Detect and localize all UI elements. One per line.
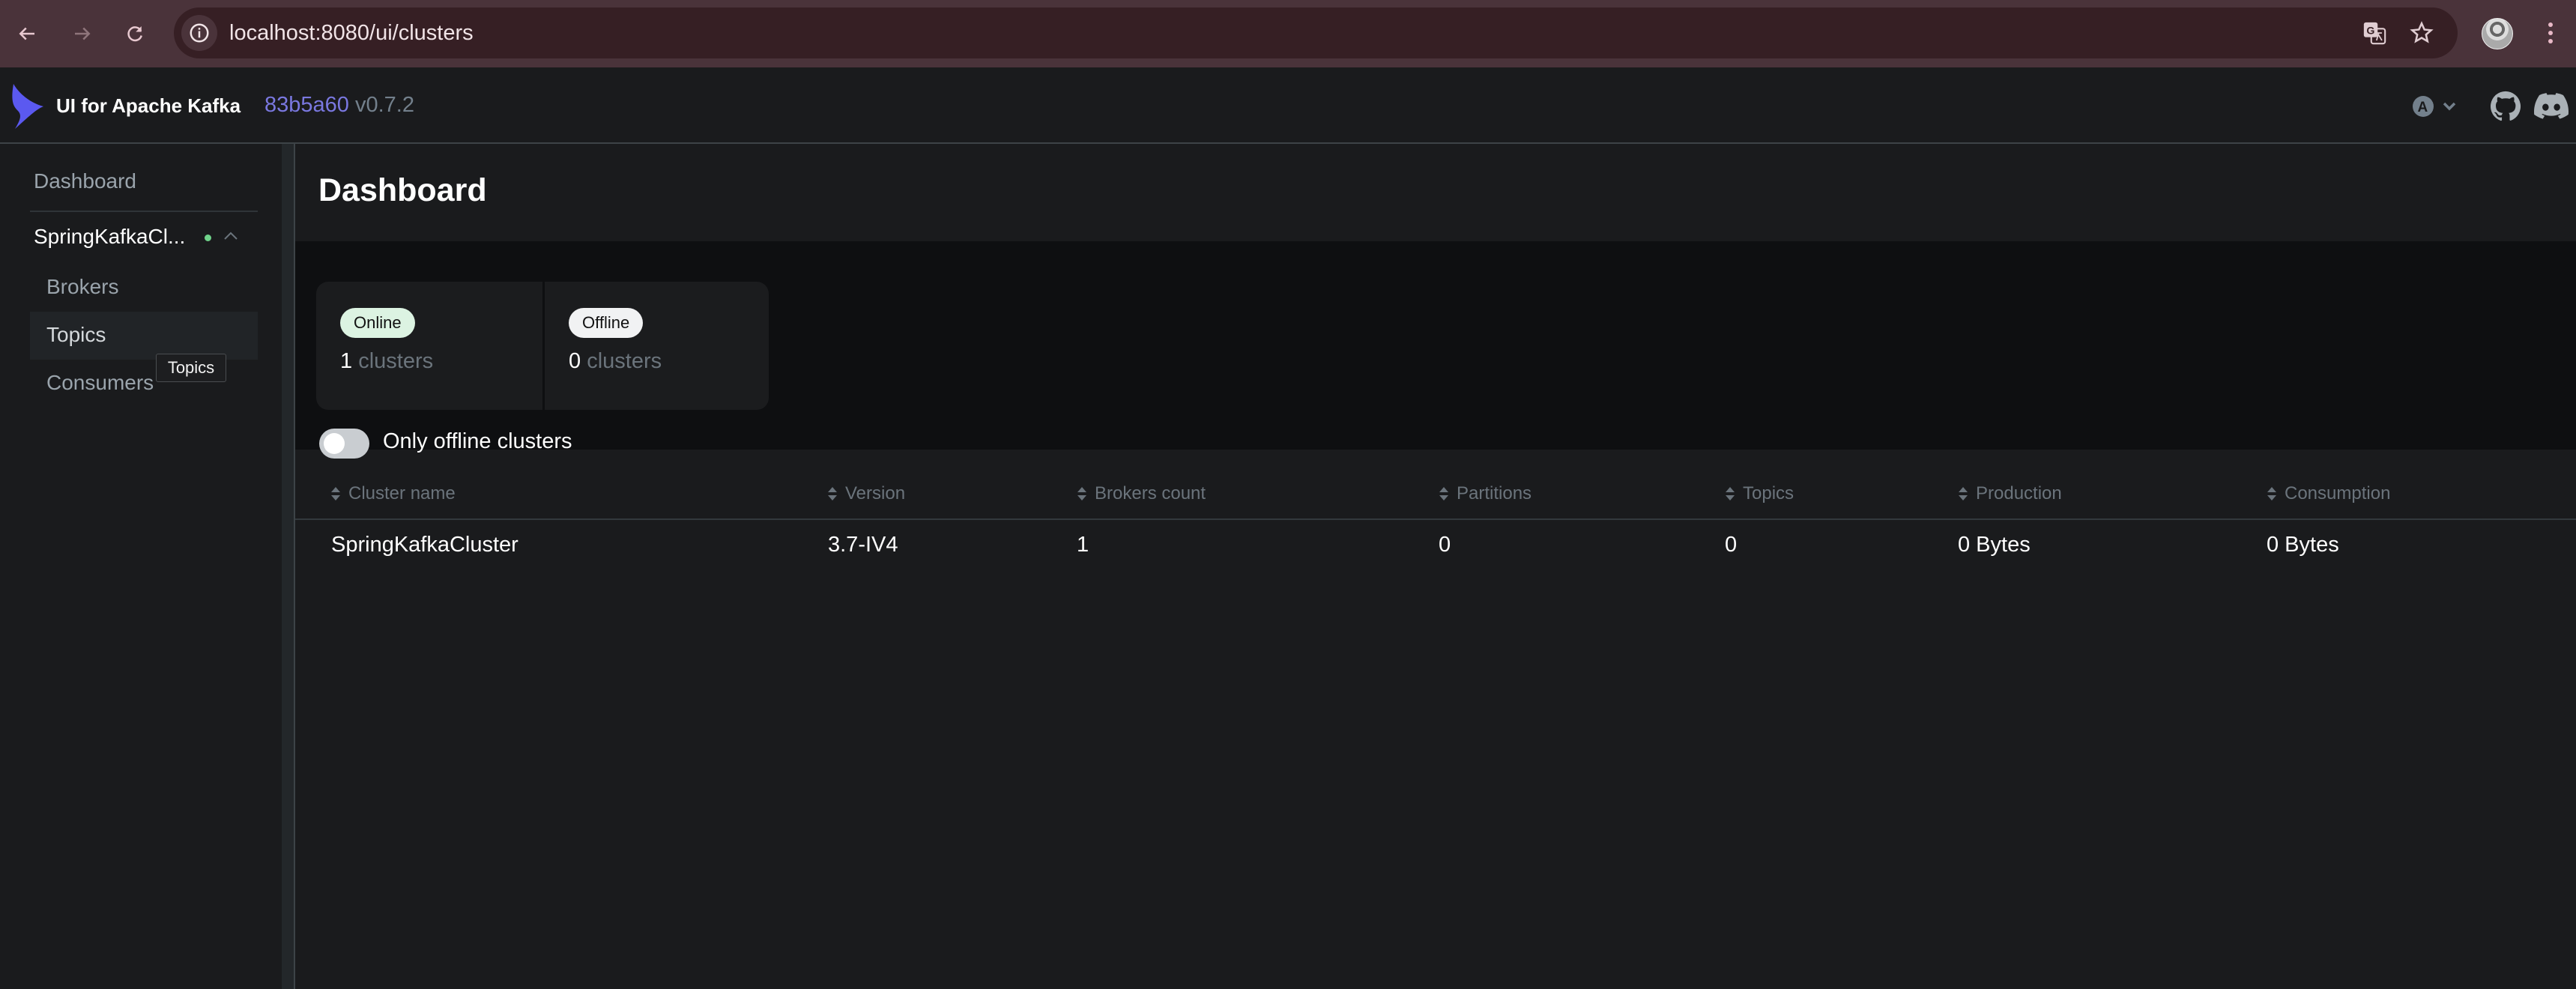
table-header-divider: [295, 518, 2576, 520]
forward-button[interactable]: [66, 17, 99, 50]
browser-toolbar: localhost:8080/ui/clusters G: [0, 0, 2576, 67]
url-text[interactable]: localhost:8080/ui/clusters: [229, 7, 474, 58]
theme-auto-icon: A: [2413, 96, 2456, 117]
sidebar: [0, 144, 282, 989]
sort-icon: [1959, 487, 1968, 500]
tooltip: Topics: [156, 354, 226, 382]
column-header-brokers-count[interactable]: Brokers count: [1077, 483, 1206, 504]
column-header-production[interactable]: Production: [1958, 483, 2062, 504]
chevron-down-icon: [2443, 102, 2456, 111]
back-arrow-icon: [19, 27, 34, 40]
cell-production: 0 Bytes: [1958, 533, 2031, 557]
sidebar-item-topics[interactable]: Topics: [46, 323, 106, 347]
forward-arrow-icon: [75, 27, 91, 40]
sort-icon: [1077, 487, 1086, 500]
cell-cluster-name[interactable]: SpringKafkaCluster: [331, 533, 518, 557]
column-header-version[interactable]: Version: [827, 483, 905, 504]
reload-button[interactable]: [118, 17, 151, 50]
address-bar[interactable]: localhost:8080/ui/clusters G: [174, 7, 2458, 58]
metric-unit: clusters: [587, 349, 662, 373]
column-header-consumption[interactable]: Consumption: [2267, 483, 2390, 504]
sidebar-item-consumers[interactable]: Consumers: [46, 371, 154, 395]
theme-switcher[interactable]: A: [2408, 93, 2468, 123]
app-title[interactable]: UI for Apache Kafka: [56, 94, 241, 118]
back-button[interactable]: [10, 17, 43, 50]
github-icon[interactable]: [2489, 90, 2522, 123]
status-badge-online: Online: [340, 308, 415, 338]
version-label: v0.7.2: [354, 93, 414, 117]
only-offline-toggle[interactable]: [319, 429, 369, 459]
cell-brokers-count: 1: [1077, 533, 1089, 557]
discord-icon[interactable]: [2534, 90, 2569, 123]
site-info-icon: [190, 23, 209, 43]
kafka-ui-logo-icon[interactable]: [9, 84, 45, 129]
sidebar-cluster-name[interactable]: SpringKafkaCl...: [34, 225, 185, 249]
metric-card-offline: Offline 0 clusters: [545, 282, 769, 410]
cell-partitions: 0: [1439, 533, 1451, 557]
cell-consumption: 0 Bytes: [2267, 533, 2339, 557]
metric-value-offline: 0 clusters: [569, 349, 662, 374]
profile-avatar[interactable]: [2482, 18, 2513, 49]
metric-card-online: Online 1 clusters: [316, 282, 542, 410]
cell-topics: 0: [1725, 533, 1738, 557]
only-offline-label[interactable]: Only offline clusters: [383, 429, 572, 454]
sidebar-item-brokers[interactable]: Brokers: [46, 275, 118, 299]
sidebar-divider: [30, 211, 258, 212]
sort-icon: [331, 487, 340, 500]
status-badge-offline: Offline: [569, 308, 644, 338]
offline-count: 0: [569, 349, 581, 373]
site-info-button[interactable]: [181, 15, 217, 51]
column-header-cluster-name[interactable]: Cluster name: [330, 483, 456, 504]
column-header-topics[interactable]: Topics: [1725, 483, 1794, 504]
translate-icon[interactable]: G: [2362, 20, 2387, 46]
chevron-up-icon[interactable]: [223, 229, 238, 241]
more-menu-icon[interactable]: [2545, 20, 2557, 47]
bookmark-star-icon[interactable]: [2409, 20, 2434, 46]
sort-icon: [2267, 487, 2276, 500]
toggle-knob: [324, 433, 345, 454]
commit-hash-link[interactable]: 83b5a60: [264, 93, 349, 117]
online-count: 1: [340, 349, 353, 373]
svg-text:A: A: [2418, 100, 2428, 115]
sort-icon: [1726, 487, 1735, 500]
sort-icon: [1439, 487, 1448, 500]
page-title: Dashboard: [318, 172, 487, 208]
reload-icon: [127, 26, 142, 42]
app-header: UI for Apache Kafka 83b5a60 v0.7.2 A: [0, 67, 2576, 144]
sidebar-item-dashboard[interactable]: Dashboard: [34, 169, 136, 193]
sort-icon: [828, 487, 837, 500]
sidebar-scrollbar[interactable]: [282, 144, 295, 989]
version-info: 83b5a60 v0.7.2: [264, 93, 414, 118]
metric-unit: clusters: [358, 349, 434, 373]
cell-version: 3.7-IV4: [828, 533, 898, 557]
metric-value-online: 1 clusters: [340, 349, 433, 374]
cluster-status-online-dot: [205, 235, 211, 241]
column-header-partitions[interactable]: Partitions: [1439, 483, 1532, 504]
svg-text:G: G: [2366, 25, 2374, 37]
